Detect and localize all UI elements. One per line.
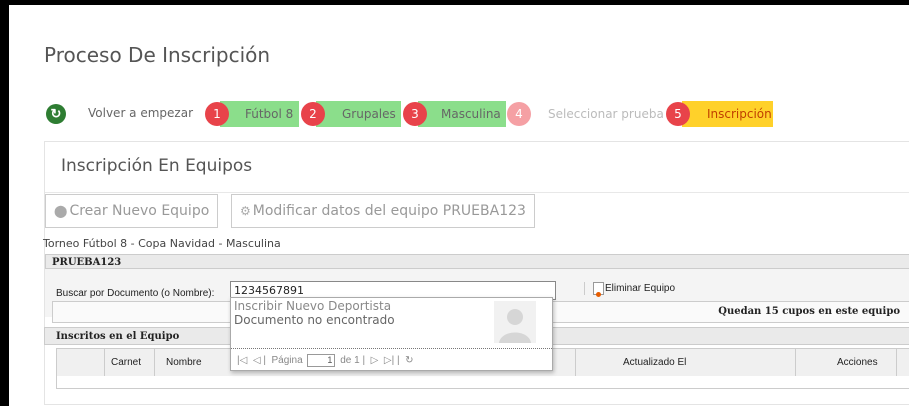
modify-team-label: Modificar datos del equipo PRUEBA123	[252, 203, 526, 219]
tournament-info: Torneo Fútbol 8 - Copa Navidad - Masculi…	[43, 237, 281, 250]
step-1-futbol8[interactable]: Fútbol 8	[220, 101, 299, 127]
create-team-button[interactable]: ⬤ Crear Nuevo Equipo	[45, 194, 219, 228]
delete-team-label: Eliminar Equipo	[605, 283, 676, 295]
step-4-number: 4	[507, 102, 531, 126]
modify-team-button[interactable]: ⚙ Modificar datos del equipo PRUEBA123	[231, 194, 535, 228]
restart-link[interactable]: Volver a empezar	[88, 106, 193, 120]
delete-document-icon	[593, 282, 604, 297]
column-header-carnet[interactable]: Carnet	[105, 349, 155, 376]
last-page-icon[interactable]: ▷|	[384, 355, 394, 366]
prev-page-icon[interactable]: ◁	[253, 355, 261, 366]
dropdown-divider	[231, 348, 552, 349]
avatar-placeholder-icon	[494, 301, 536, 343]
create-team-label: Crear Nuevo Equipo	[69, 203, 210, 219]
dropdown-pager: |◁ ◁ | Página 1 de 1 | ▷ ▷| | ↻	[237, 354, 414, 367]
register-new-athlete-option[interactable]: Inscribir Nuevo Deportista	[234, 299, 391, 313]
gear-icon: ⚙	[240, 204, 251, 218]
not-found-message: Documento no encontrado	[234, 313, 395, 327]
step-1-number: 1	[205, 102, 229, 126]
panel-title: Inscripción En Equipos	[61, 156, 253, 176]
page-title: Proceso De Inscripción	[44, 43, 271, 67]
team-name-bar: PRUEBA123	[45, 254, 909, 269]
panel-header: Inscripción En Equipos	[45, 142, 909, 193]
pager-of: de 1	[340, 355, 360, 367]
plus-circle-icon: ⬤	[54, 204, 68, 218]
step-5-label: Inscripción	[707, 107, 772, 121]
app-frame: Proceso De Inscripción ↻ Volver a empeza…	[9, 5, 909, 406]
col-spacer	[57, 349, 105, 376]
next-page-icon[interactable]: ▷	[371, 355, 379, 366]
enrolled-title: Inscritos en el Equipo	[56, 331, 180, 342]
wizard-steps: ↻ Volver a empezar 1 Fútbol 8 2 Grupales…	[40, 101, 909, 127]
step-5-number: 5	[666, 102, 690, 126]
refresh-icon[interactable]: ↻	[405, 355, 413, 366]
pager-label: Página	[271, 355, 303, 367]
team-name: PRUEBA123	[52, 257, 122, 268]
step-4-seleccionar-prueba: Seleccionar prueba	[548, 107, 664, 121]
column-header-actualizado[interactable]: Actualizado El	[611, 349, 796, 376]
step-3-masculina[interactable]: Masculina	[418, 101, 506, 127]
page-number-input[interactable]: 1	[307, 354, 336, 367]
autocomplete-dropdown: Inscribir Nuevo Deportista Documento no …	[230, 297, 553, 371]
cupos-remaining-text: Quedan 15 cupos en este equipo	[718, 306, 900, 317]
step-1-label: Fútbol 8	[245, 107, 294, 121]
step-2-label: Grupales	[342, 107, 396, 121]
enrolled-grid-body	[56, 376, 909, 389]
column-header-acciones[interactable]: Acciones	[797, 349, 897, 376]
restart-icon[interactable]: ↻	[46, 104, 66, 124]
step-3-label: Masculina	[441, 107, 501, 121]
step-5-inscripcion[interactable]: Inscripción	[682, 101, 773, 127]
step-3-number: 3	[403, 102, 427, 126]
first-page-icon[interactable]: |◁	[237, 355, 247, 366]
search-label: Buscar por Documento (o Nombre):	[56, 288, 215, 299]
delete-team-button[interactable]: Eliminar Equipo	[584, 282, 676, 297]
step-2-number: 2	[301, 102, 325, 126]
step-2-grupales[interactable]: Grupales	[316, 101, 401, 127]
